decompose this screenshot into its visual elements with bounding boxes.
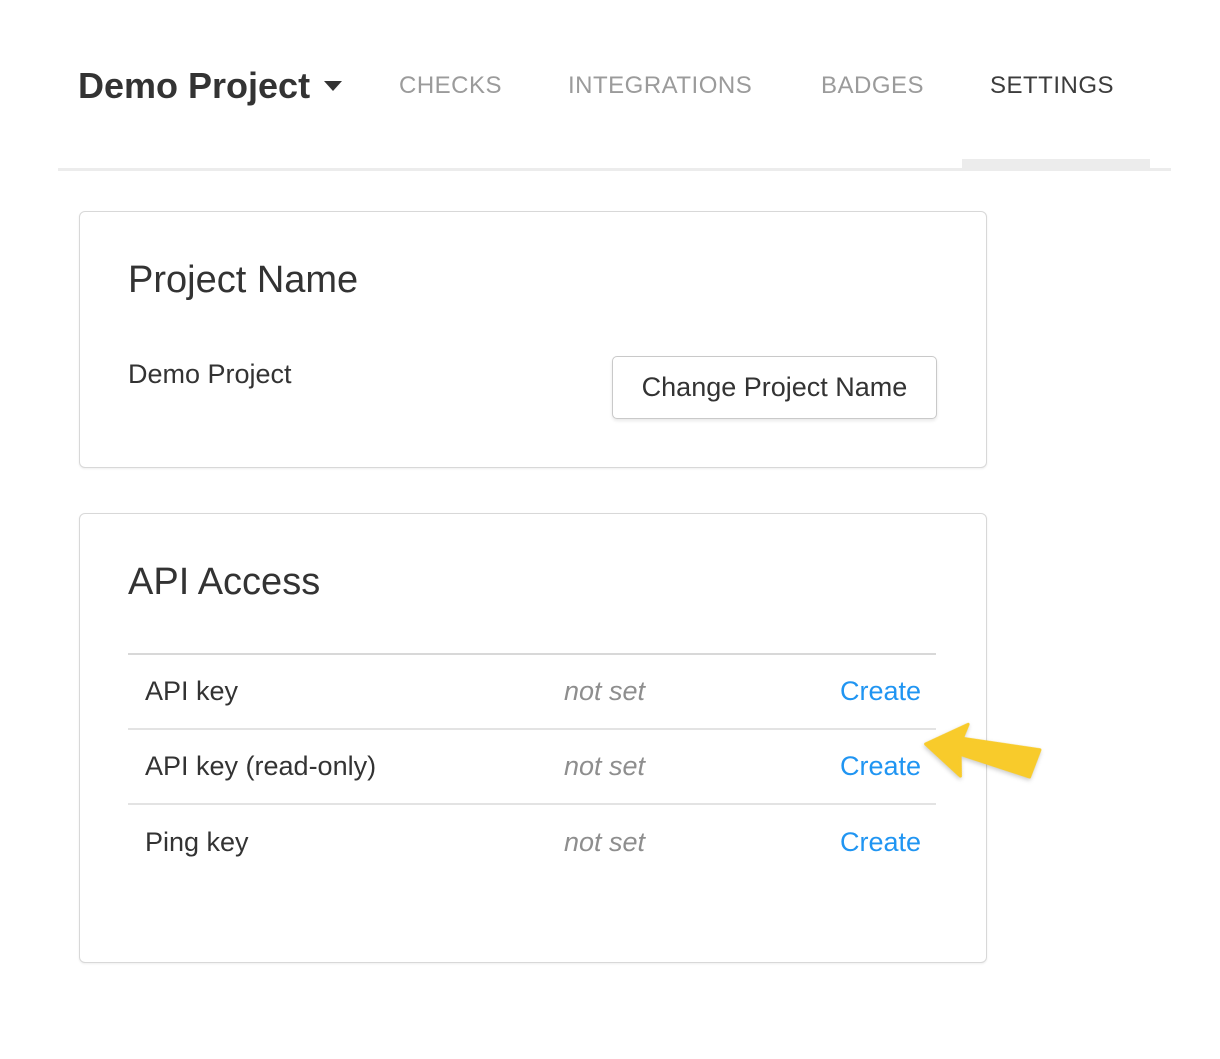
- tab-settings[interactable]: SETTINGS: [990, 74, 1114, 98]
- api-access-card: API Access API key not set Create API ke…: [79, 513, 987, 963]
- ping-key-value: not set: [564, 827, 754, 858]
- table-row-ping-key: Ping key not set Create: [128, 805, 936, 880]
- api-key-readonly-create-link[interactable]: Create: [840, 751, 921, 781]
- project-name-card-title: Project Name: [128, 260, 358, 302]
- project-name-value: Demo Project: [128, 358, 292, 390]
- settings-page: Demo Project CHECKS INTEGRATIONS BADGES …: [0, 0, 1220, 1059]
- ping-key-create-link[interactable]: Create: [840, 827, 921, 857]
- table-row-api-key-readonly: API key (read-only) not set Create: [128, 730, 936, 805]
- api-keys-table: API key not set Create API key (read-onl…: [128, 653, 936, 880]
- tab-checks[interactable]: CHECKS: [399, 74, 502, 98]
- caret-down-icon: [324, 81, 342, 91]
- api-key-value: not set: [564, 676, 754, 707]
- api-access-card-title: API Access: [128, 562, 320, 604]
- project-name-card: Project Name Demo Project Change Project…: [79, 211, 987, 468]
- api-key-readonly-value: not set: [564, 751, 754, 782]
- project-selector-label: Demo Project: [78, 65, 310, 106]
- table-row-api-key: API key not set Create: [128, 655, 936, 730]
- tab-integrations[interactable]: INTEGRATIONS: [568, 74, 752, 98]
- api-key-create-link[interactable]: Create: [840, 676, 921, 706]
- tab-badges[interactable]: BADGES: [821, 74, 924, 98]
- ping-key-label: Ping key: [128, 827, 564, 858]
- header-divider: [58, 168, 1171, 171]
- api-key-readonly-label: API key (read-only): [128, 751, 564, 782]
- project-selector[interactable]: Demo Project: [78, 68, 342, 104]
- api-key-label: API key: [128, 676, 564, 707]
- change-project-name-button[interactable]: Change Project Name: [612, 356, 937, 419]
